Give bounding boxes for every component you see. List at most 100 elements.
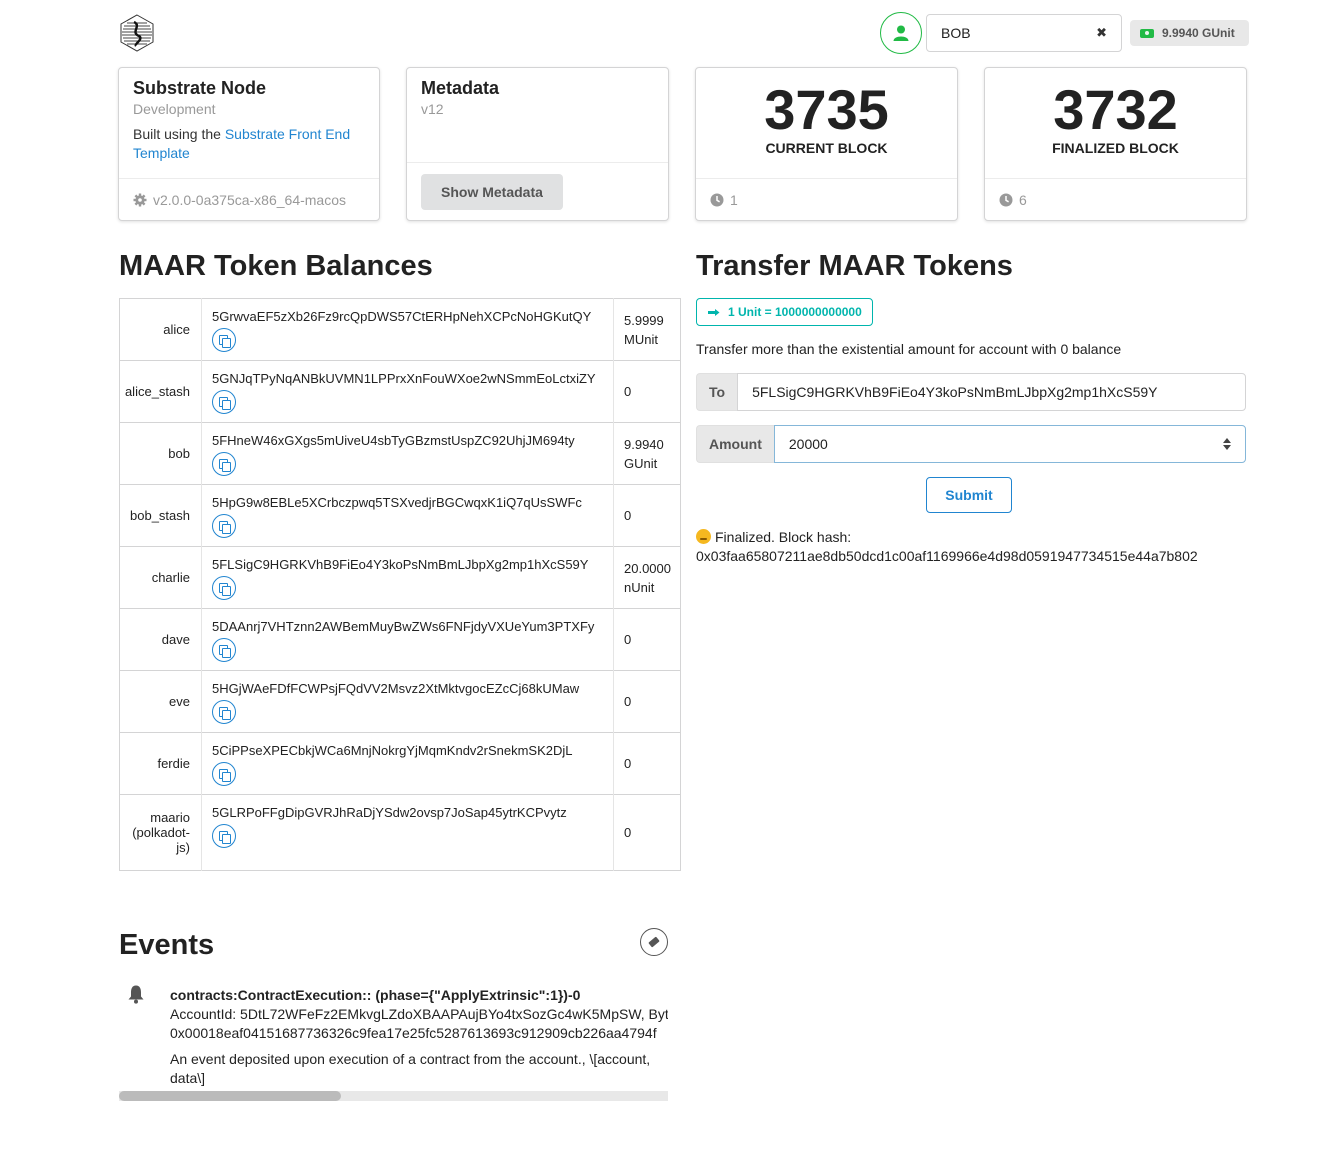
balances-title: MAAR Token Balances bbox=[119, 250, 433, 282]
copy-address-button[interactable] bbox=[212, 638, 236, 662]
event-item: contracts:ContractExecution:: (phase={"A… bbox=[170, 986, 668, 1088]
account-balance-value: 9.9940 GUnit bbox=[1162, 26, 1235, 40]
account-address-cell: 5DAAnrj7VHTznn2AWBemMuyBwZWs6FNFjdyVXUeY… bbox=[201, 608, 614, 671]
status-line-1: Finalized. Block hash: bbox=[715, 529, 852, 545]
copy-icon bbox=[219, 644, 231, 658]
metadata-version: v12 bbox=[421, 101, 444, 117]
account-avatar-icon[interactable] bbox=[880, 12, 922, 54]
event-list: contracts:ContractExecution:: (phase={"A… bbox=[119, 982, 668, 1090]
balance-row: dave 5DAAnrj7VHTznn2AWBemMuyBwZWs6FNFjdyV… bbox=[119, 608, 681, 671]
copy-icon bbox=[219, 458, 231, 472]
node-info-card: Substrate Node Development Built using t… bbox=[118, 67, 380, 221]
copy-icon bbox=[219, 768, 231, 782]
account-selector-value: BOB bbox=[941, 25, 971, 41]
account-balance: 5.9999 MUnit bbox=[624, 312, 664, 347]
copy-address-button[interactable] bbox=[212, 390, 236, 414]
balance-row: charlie 5FLSigC9HGRKVhB9FiEo4Y3koPsNmBmLJ… bbox=[119, 546, 681, 609]
to-label: To bbox=[696, 373, 738, 411]
copy-address-button[interactable] bbox=[212, 576, 236, 600]
account-address: 5GNJqTPyNqANBkUVMN1LPPrxXnFouWXoe2wNSmmE… bbox=[212, 371, 596, 386]
event-title: contracts:ContractExecution:: (phase={"A… bbox=[170, 987, 581, 1003]
copy-address-button[interactable] bbox=[212, 514, 236, 538]
account-address: 5FLSigC9HGRKVhB9FiEo4Y3koPsNmBmLJbpXg2mp… bbox=[212, 557, 589, 572]
transfer-title: Transfer MAAR Tokens bbox=[696, 250, 1013, 282]
account-name: bob_stash bbox=[119, 484, 202, 547]
account-address: 5CiPPseXPECbkjWCa6MnjNokrgYjMqmKndv2rSne… bbox=[212, 743, 573, 758]
account-address: 5HGjWAeFDfFCWPsjFQdVV2Msvz2XtMktvgocEZcC… bbox=[212, 681, 580, 696]
copy-address-button[interactable] bbox=[212, 452, 236, 476]
finalized-block-number: 3732 bbox=[1053, 78, 1178, 141]
events-horizontal-scrollbar[interactable] bbox=[119, 1091, 668, 1101]
money-icon bbox=[1140, 28, 1154, 38]
account-name: charlie bbox=[119, 546, 202, 609]
amount-input[interactable]: 20000 bbox=[773, 425, 1246, 463]
account-name: maario (polkadot-js) bbox=[119, 794, 202, 871]
balance-row: maario (polkadot-js) 5GLRPoFFgDipGVRJhRaD… bbox=[119, 794, 681, 871]
node-card-title: Substrate Node bbox=[133, 78, 267, 98]
scrollbar-thumb[interactable] bbox=[119, 1091, 341, 1101]
account-address: 5FHneW46xGXgs5mUiveU4sbTyGBzmstUspZC92Uh… bbox=[212, 433, 575, 448]
gear-icon bbox=[133, 193, 147, 206]
account-balance: 0 bbox=[613, 732, 681, 795]
balance-row: eve 5HGjWAeFDfFCWPsjFQdVV2Msvz2XtMktvgocE… bbox=[119, 670, 681, 733]
amount-stepper[interactable] bbox=[1223, 438, 1231, 450]
account-address: 5GrwvaEF5zXb26Fz9rcQpDWS57CtERHpNehXCPcN… bbox=[212, 309, 592, 324]
account-balance: 0 bbox=[613, 670, 681, 733]
balance-row: alice 5GrwvaEF5zXb26Fz9rcQpDWS57CtERHpNeh… bbox=[119, 298, 681, 361]
node-card-description: Built using the Substrate Front End Temp… bbox=[133, 125, 365, 163]
to-input-group: To 5FLSigC9HGRKVhB9FiEo4Y3koPsNmBmLJbpXg… bbox=[696, 373, 1246, 411]
clear-account-icon[interactable]: ✖ bbox=[1096, 25, 1107, 41]
amount-label: Amount bbox=[696, 425, 774, 463]
copy-address-button[interactable] bbox=[212, 762, 236, 786]
copy-address-button[interactable] bbox=[212, 700, 236, 724]
finalized-block-label: FINALIZED BLOCK bbox=[1052, 140, 1179, 156]
copy-address-button[interactable] bbox=[212, 328, 236, 352]
account-balance: 0 bbox=[613, 608, 681, 671]
node-card-desc-prefix: Built using the bbox=[133, 126, 225, 142]
copy-icon bbox=[219, 582, 231, 596]
event-description: An event deposited upon execution of a c… bbox=[170, 1051, 651, 1086]
copy-icon bbox=[219, 396, 231, 410]
events-title: Events bbox=[119, 929, 215, 961]
show-metadata-button[interactable]: Show Metadata bbox=[421, 174, 563, 210]
copy-icon bbox=[219, 830, 231, 844]
substrate-logo bbox=[118, 14, 156, 52]
node-version-row: v2.0.0-0a375ca-x86_64-macos bbox=[119, 178, 379, 220]
account-name: dave bbox=[119, 608, 202, 671]
account-name: alice bbox=[119, 298, 202, 361]
finalized-block-timer-row: 6 bbox=[985, 178, 1246, 220]
account-balance: 0 bbox=[613, 484, 681, 547]
account-balance-badge: 9.9940 GUnit bbox=[1130, 20, 1249, 46]
to-address-input[interactable]: 5FLSigC9HGRKVhB9FiEo4Y3koPsNmBmLJbpXg2mp… bbox=[737, 373, 1246, 411]
account-balance: 9.9940 GUnit bbox=[613, 422, 681, 485]
account-address: 5HpG9w8EBLe5XCrbczpwq5TSXvedjrBGCwqxK1iQ… bbox=[212, 495, 582, 510]
node-version: v2.0.0-0a375ca-x86_64-macos bbox=[153, 191, 347, 208]
account-address-cell: 5HGjWAeFDfFCWPsjFQdVV2Msvz2XtMktvgocEZcC… bbox=[201, 670, 614, 733]
account-selector[interactable]: BOB ✖ bbox=[926, 14, 1122, 52]
submit-button[interactable]: Submit bbox=[926, 477, 1012, 513]
current-block-card: 3735 CURRENT BLOCK 1 bbox=[695, 67, 958, 221]
copy-icon bbox=[219, 706, 231, 720]
account-address-cell: 5FHneW46xGXgs5mUiveU4sbTyGBzmstUspZC92Uh… bbox=[201, 422, 614, 485]
balance-row: bob 5FHneW46xGXgs5mUiveU4sbTyGBzmstUspZC9… bbox=[119, 422, 681, 485]
account-name: alice_stash bbox=[119, 360, 202, 423]
transfer-note: Transfer more than the existential amoun… bbox=[696, 341, 1122, 357]
event-line-1: AccountId: 5DtL72WFeFz2EMkvgLZdoXBAAPAuj… bbox=[170, 1006, 668, 1022]
balance-row: bob_stash 5HpG9w8EBLe5XCrbczpwq5TSXvedjrB… bbox=[119, 484, 681, 547]
eraser-icon bbox=[648, 936, 660, 948]
clock-icon bbox=[999, 193, 1013, 206]
unit-conversion-label: 1 Unit = 1000000000000 bbox=[696, 298, 873, 326]
account-balance: 20.0000 nUnit bbox=[613, 546, 681, 609]
metadata-card: Metadata v12 Show Metadata bbox=[406, 67, 669, 221]
account-address-cell: 5HpG9w8EBLe5XCrbczpwq5TSXvedjrBGCwqxK1iQ… bbox=[201, 484, 614, 547]
account-balance: 0 bbox=[613, 794, 681, 871]
current-block-timer-row: 1 bbox=[696, 178, 957, 220]
block-hash: 0x03faa65807211ae8db50dcd1c00af1169966e4… bbox=[696, 548, 1198, 564]
clear-events-button[interactable] bbox=[640, 928, 668, 956]
account-address: 5DAAnrj7VHTznn2AWBemMuyBwZWs6FNFjdyVXUeY… bbox=[212, 619, 595, 634]
account-balance: 0 bbox=[613, 360, 681, 423]
balance-row: alice_stash 5GNJqTPyNqANBkUVMN1LPPrxXnFou… bbox=[119, 360, 681, 423]
node-card-subtitle: Development bbox=[133, 101, 216, 117]
account-name: eve bbox=[119, 670, 202, 733]
copy-address-button[interactable] bbox=[212, 824, 236, 848]
